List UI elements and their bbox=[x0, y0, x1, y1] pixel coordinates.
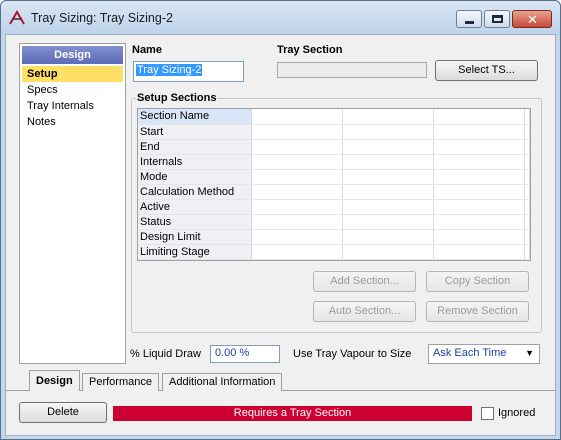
maximize-icon bbox=[492, 15, 503, 23]
nav-item-specs[interactable]: Specs bbox=[22, 82, 123, 98]
row-header-design-limit[interactable]: Design Limit bbox=[138, 229, 252, 245]
close-button[interactable]: ✕ bbox=[512, 10, 552, 28]
tray-section-field bbox=[277, 62, 427, 78]
maximize-button[interactable] bbox=[484, 10, 510, 28]
tab-additional-information[interactable]: Additional Information bbox=[162, 373, 283, 391]
row-header-status[interactable]: Status bbox=[138, 214, 252, 230]
tray-vapour-select[interactable]: Ask Each Time ▼ bbox=[428, 344, 540, 364]
minimize-button[interactable] bbox=[456, 10, 482, 28]
copy-section-button[interactable]: Copy Section bbox=[426, 271, 529, 292]
table-row: Active bbox=[138, 199, 530, 215]
tray-vapour-label: Use Tray Vapour to Size bbox=[293, 348, 412, 360]
table-row: Internals bbox=[138, 154, 530, 170]
table-row: Design Limit bbox=[138, 229, 530, 245]
setup-sections-title: Setup Sections bbox=[136, 92, 218, 104]
close-icon: ✕ bbox=[527, 12, 538, 27]
tray-section-label: Tray Section bbox=[277, 44, 343, 56]
name-value: Tray Sizing-2 bbox=[136, 64, 203, 76]
minimize-icon bbox=[465, 21, 474, 24]
row-header-internals[interactable]: Internals bbox=[138, 154, 252, 170]
liquid-draw-label: % Liquid Draw bbox=[130, 348, 201, 360]
row-header-start[interactable]: Start bbox=[138, 124, 252, 140]
design-nav-panel: Design Setup Specs Tray Internals Notes bbox=[19, 43, 126, 364]
ignored-checkbox[interactable] bbox=[481, 407, 494, 420]
select-ts-button[interactable]: Select TS... bbox=[435, 60, 538, 81]
table-row: Calculation Method bbox=[138, 184, 530, 200]
add-section-button[interactable]: Add Section... bbox=[313, 271, 416, 292]
table-row: End bbox=[138, 139, 530, 155]
table-row: Start bbox=[138, 124, 530, 140]
tab-performance[interactable]: Performance bbox=[82, 373, 159, 391]
nav-item-notes[interactable]: Notes bbox=[22, 114, 123, 130]
setup-sections-grid[interactable]: Section Name Start End Internals Mode Ca… bbox=[137, 108, 531, 261]
title-bar[interactable]: Tray Sizing: Tray Sizing-2 ✕ bbox=[1, 1, 560, 35]
status-bar: Requires a Tray Section bbox=[113, 406, 472, 421]
row-header-end[interactable]: End bbox=[138, 139, 252, 155]
name-label: Name bbox=[132, 44, 162, 56]
chevron-down-icon: ▼ bbox=[525, 348, 534, 358]
window-title: Tray Sizing: Tray Sizing-2 bbox=[31, 11, 173, 25]
tray-vapour-selected: Ask Each Time bbox=[433, 347, 507, 359]
nav-header: Design bbox=[22, 46, 123, 64]
remove-section-button[interactable]: Remove Section bbox=[426, 301, 529, 322]
row-header-limiting-stage[interactable]: Limiting Stage bbox=[138, 244, 252, 260]
client-area: Design Setup Specs Tray Internals Notes … bbox=[5, 34, 556, 436]
nav-item-setup[interactable]: Setup bbox=[22, 66, 123, 82]
ignored-label: Ignored bbox=[498, 407, 536, 419]
tab-design[interactable]: Design bbox=[29, 370, 80, 391]
tray-sizing-app-icon bbox=[9, 10, 25, 25]
table-row: Section Name bbox=[138, 109, 530, 125]
table-row: Limiting Stage bbox=[138, 244, 530, 260]
nav-item-tray-internals[interactable]: Tray Internals bbox=[22, 98, 123, 114]
table-row: Status bbox=[138, 214, 530, 230]
row-header-calculation-method[interactable]: Calculation Method bbox=[138, 184, 252, 200]
table-row: Mode bbox=[138, 169, 530, 185]
row-header-active[interactable]: Active bbox=[138, 199, 252, 215]
row-header-mode[interactable]: Mode bbox=[138, 169, 252, 185]
auto-section-button[interactable]: Auto Section... bbox=[313, 301, 416, 322]
row-header-section-name[interactable]: Section Name bbox=[138, 109, 252, 125]
delete-button[interactable]: Delete bbox=[19, 402, 107, 423]
liquid-draw-input[interactable]: 0.00 % bbox=[210, 345, 280, 363]
window: Tray Sizing: Tray Sizing-2 ✕ Design Setu… bbox=[0, 0, 561, 440]
name-input[interactable]: Tray Sizing-2 bbox=[133, 61, 244, 82]
